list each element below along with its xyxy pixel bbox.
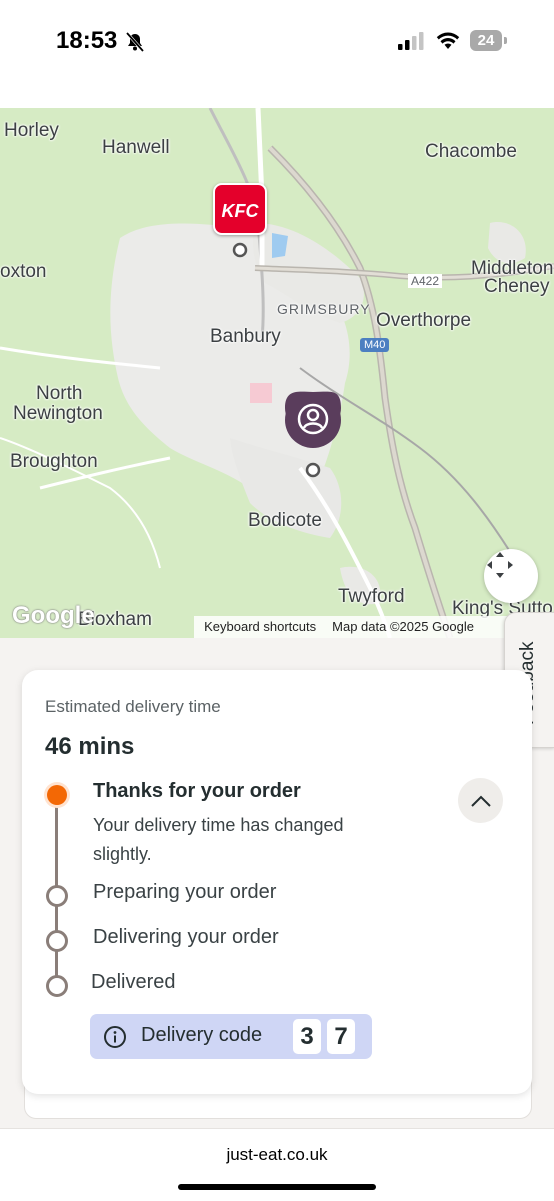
home-indicator[interactable] xyxy=(178,1184,376,1190)
place-label: North xyxy=(36,383,83,404)
delivery-code-badge[interactable]: Delivery code 3 7 xyxy=(90,1014,372,1059)
place-label: oxton xyxy=(0,261,47,282)
info-icon xyxy=(103,1025,127,1054)
step-dot xyxy=(46,975,68,997)
place-label: Banbury xyxy=(210,326,281,347)
road-label-m40: M40 xyxy=(360,338,390,352)
delivery-map[interactable]: Horley Hanwell Chacombe Middleton Cheney… xyxy=(0,108,554,638)
order-status-card: Estimated delivery time 46 mins Thanks f… xyxy=(22,670,532,1094)
map-terrain xyxy=(0,108,554,638)
browser-bottom-bar: just-eat.co.uk xyxy=(0,1128,554,1201)
active-step-dot xyxy=(47,785,67,805)
step-preparing: Preparing your order xyxy=(93,881,277,903)
keyboard-shortcuts-link[interactable]: Keyboard shortcuts xyxy=(204,619,316,634)
map-copyright: Map data ©2025 Google xyxy=(332,619,474,634)
cellular-signal-icon xyxy=(398,32,424,55)
battery-indicator: 24 xyxy=(470,30,502,51)
estimate-label: Estimated delivery time xyxy=(45,697,221,716)
place-label: Broughton xyxy=(10,451,98,472)
restaurant-pin[interactable]: KFC xyxy=(213,183,267,235)
recenter-map-button[interactable] xyxy=(484,549,538,603)
delivery-code-digit: 3 xyxy=(293,1019,321,1054)
place-label: Overthorpe xyxy=(376,310,472,331)
chevron-up-icon xyxy=(470,795,491,807)
place-label: GRIMSBURY xyxy=(277,301,371,317)
header-strip xyxy=(0,80,554,108)
current-step-message: Your delivery time has changed slightly. xyxy=(93,815,344,864)
delivery-code-label: Delivery code xyxy=(141,1024,263,1046)
step-dot xyxy=(46,930,68,952)
bell-muted-icon xyxy=(124,31,146,58)
delivery-code-digit: 7 xyxy=(327,1019,355,1054)
place-label: Twyford xyxy=(338,586,405,607)
place-label: Cheney xyxy=(484,276,550,297)
place-label: Horley xyxy=(4,120,59,141)
road-label-a422: A422 xyxy=(408,274,443,288)
wifi-icon xyxy=(436,31,460,55)
place-label: Newington xyxy=(13,403,103,424)
recenter-icon xyxy=(487,552,513,578)
place-label: Bodicote xyxy=(248,510,322,531)
battery-tip xyxy=(504,37,507,44)
place-label: Hanwell xyxy=(102,137,170,158)
site-url[interactable]: just-eat.co.uk xyxy=(0,1145,554,1165)
estimate-value: 46 mins xyxy=(45,733,135,760)
step-delivered: Delivered xyxy=(91,971,176,993)
step-dot xyxy=(46,885,68,907)
step-delivering: Delivering your order xyxy=(93,926,279,948)
collapse-steps-button[interactable] xyxy=(458,778,503,823)
status-time: 18:53 xyxy=(56,27,118,54)
place-label: Chacombe xyxy=(425,141,517,162)
google-logo: Google xyxy=(12,602,95,629)
current-step-title: Thanks for your order xyxy=(93,780,301,802)
map-attribution: Keyboard shortcuts Map data ©2025 Google xyxy=(194,616,554,638)
status-bar: 18:53 24 xyxy=(0,0,554,80)
